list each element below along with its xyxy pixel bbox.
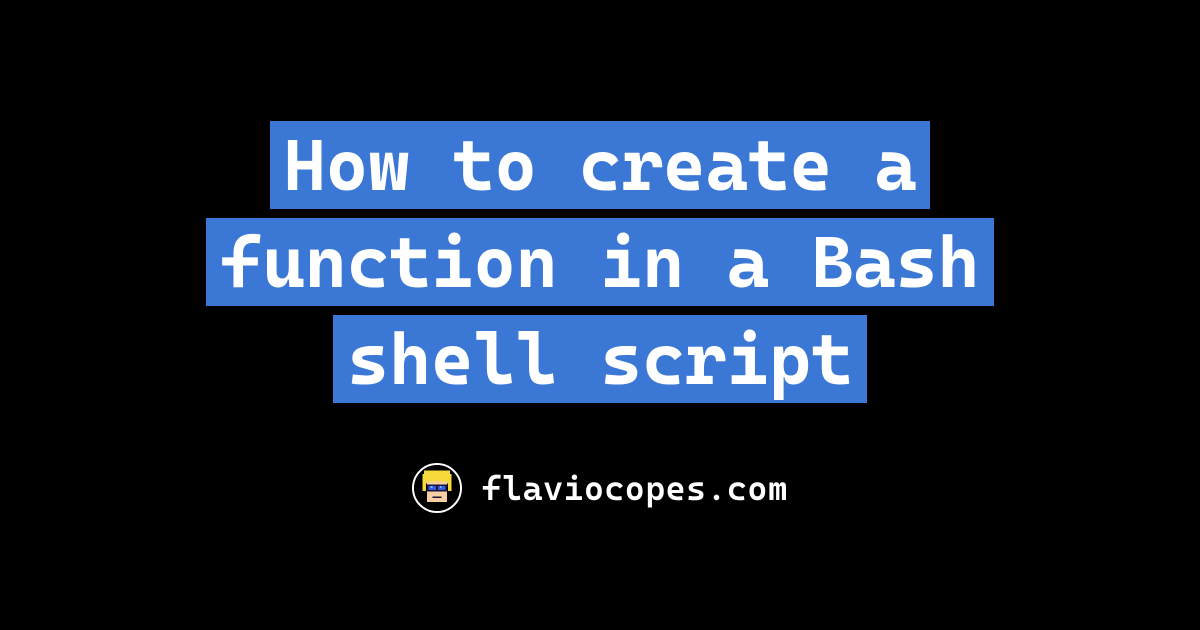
byline: flaviocopes.com [412, 463, 788, 513]
site-name: flaviocopes.com [482, 468, 788, 508]
avatar-icon [412, 463, 462, 513]
og-title: How to create a function in a Bash shell… [110, 117, 1090, 409]
og-title-highlight: How to create a function in a Bash shell… [206, 121, 993, 403]
og-title-container: How to create a function in a Bash shell… [110, 117, 1090, 409]
